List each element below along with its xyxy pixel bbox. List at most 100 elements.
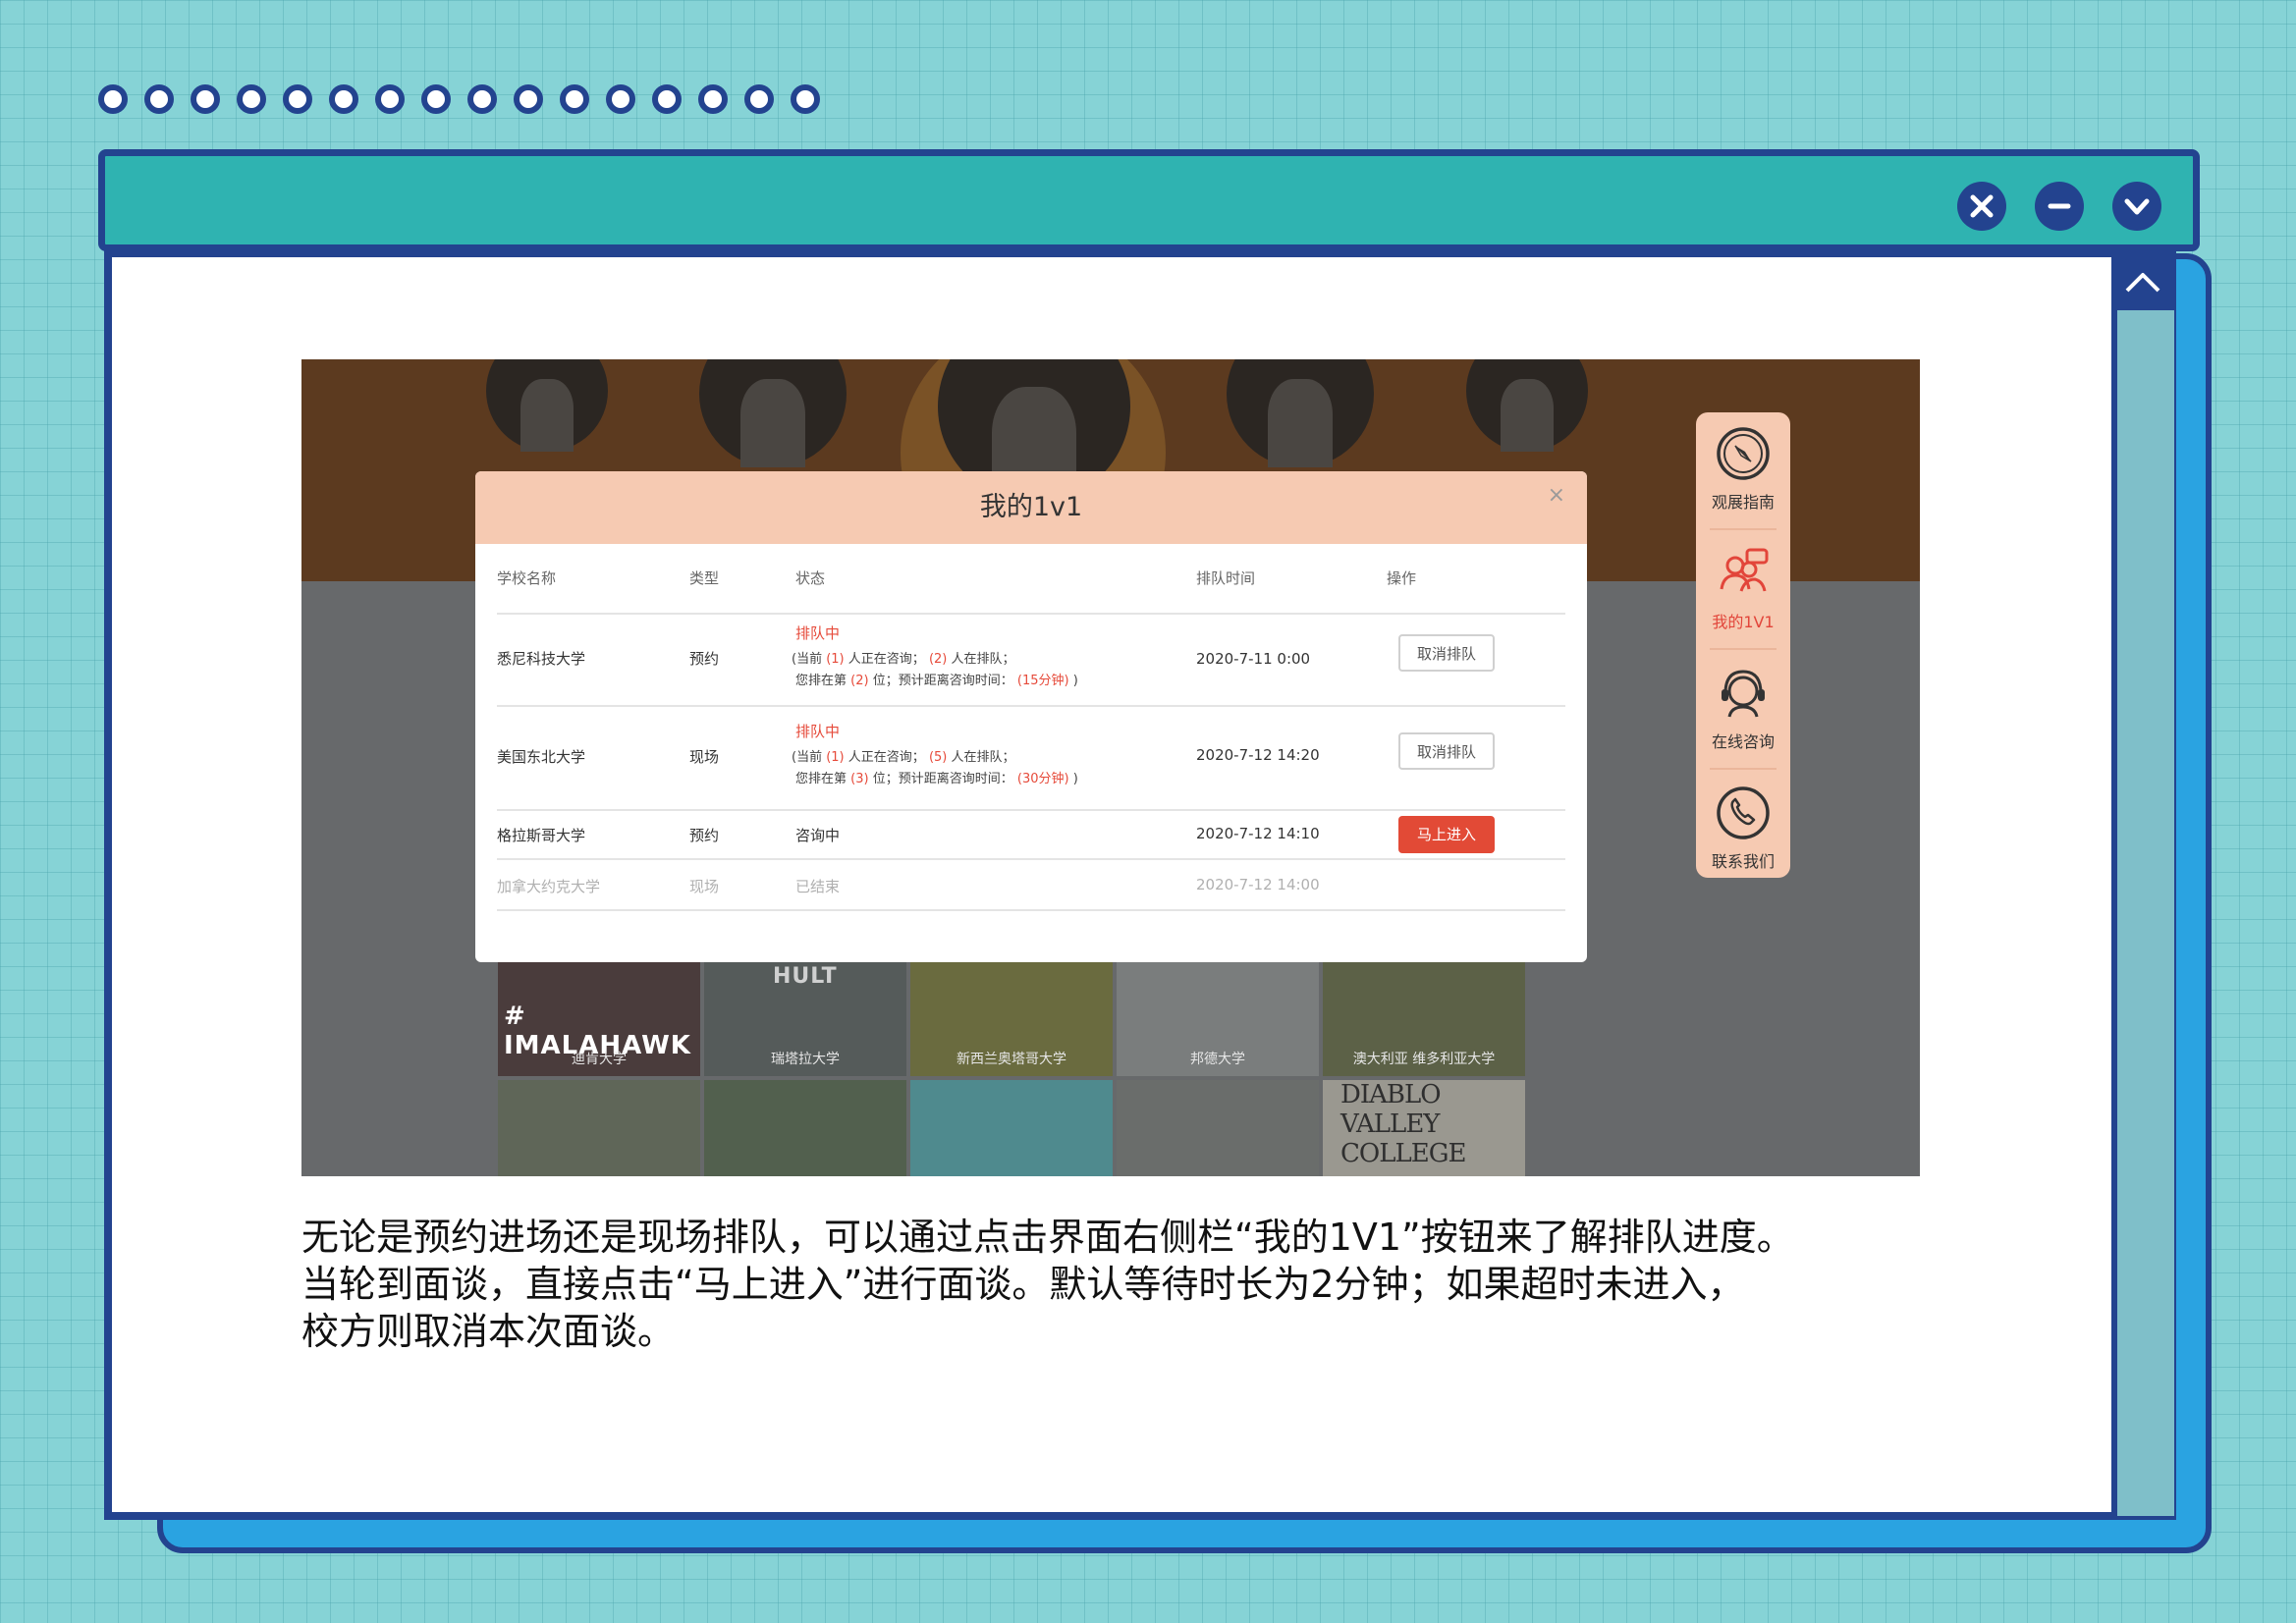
type: 现场 [689, 748, 720, 766]
type: 预约 [689, 650, 720, 668]
school-thumbnail[interactable]: 澳大利亚 维多利亚大学 [1323, 958, 1525, 1076]
col-school: 学校名称 [497, 569, 557, 587]
school-thumbnail[interactable]: 邦德大学 [1117, 958, 1319, 1076]
sidebar-item-label: 联系我们 [1711, 852, 1775, 871]
portrait [699, 359, 847, 467]
thumb-tag: HULT [773, 964, 838, 989]
minimize-button[interactable] [2035, 182, 2084, 231]
thumb-label: 邦德大学 [1190, 1052, 1245, 1067]
queue-time: 2020-7-12 14:10 [1196, 825, 1320, 842]
side-nav: 观展指南 我的1V1 在线咨询 联系我们 [1696, 412, 1790, 878]
window-titlebar [98, 149, 2200, 251]
type: 现场 [689, 878, 720, 895]
description: 无论是预约进场还是现场排队，可以通过点击界面右侧栏“我的1V1”按钮来了解排队进… [301, 1214, 1971, 1355]
table-row: 悉尼科技大学 预约 排队中 (当前 (1) 人正在咨询； (2) 人在排队； 您… [497, 615, 1565, 707]
sidebar-item-label: 观展指南 [1711, 493, 1775, 512]
school-thumbnail[interactable] [498, 1080, 700, 1176]
table-row: 格拉斯哥大学 预约 咨询中 2020-7-12 14:10 马上进入 [497, 811, 1565, 860]
sidebar-item-online-consult[interactable]: 在线咨询 [1696, 652, 1790, 766]
divider [1710, 648, 1777, 650]
portrait [1466, 359, 1588, 452]
scroll-up-button[interactable] [2111, 253, 2174, 310]
portrait [1227, 359, 1374, 467]
status: 已结束 [795, 878, 841, 895]
dot [791, 84, 820, 114]
thumb-label: 新西兰奥塔哥大学 [957, 1052, 1066, 1067]
queue-info-line2: 您排在第 (3) 位；预计距离咨询时间： (30分钟) ) [795, 772, 1078, 786]
dot [698, 84, 728, 114]
col-type: 类型 [689, 569, 720, 587]
school-name: 格拉斯哥大学 [497, 827, 586, 844]
dot [237, 84, 266, 114]
status: 咨询中 [795, 827, 841, 844]
phone-icon [1717, 786, 1770, 839]
dot [191, 84, 220, 114]
dot [514, 84, 543, 114]
queue-time: 2020-7-12 14:20 [1196, 746, 1320, 764]
sidebar-item-my-1v1[interactable]: 我的1V1 [1696, 532, 1790, 646]
type: 预约 [689, 827, 720, 844]
divider [1710, 768, 1777, 770]
compass-icon [1717, 427, 1770, 480]
school-thumbnail[interactable] [704, 1080, 906, 1176]
description-line: 校方则取消本次面谈。 [301, 1310, 676, 1353]
portrait [486, 359, 608, 452]
school-thumbnail[interactable]: 新西兰奥塔哥大学 [910, 958, 1113, 1076]
school-name: 悉尼科技大学 [497, 650, 586, 668]
queue-time: 2020-7-12 14:00 [1196, 876, 1320, 893]
col-action: 操作 [1387, 569, 1417, 587]
table-row: 美国东北大学 现场 排队中 (当前 (1) 人正在咨询； (5) 人在排队； 您… [497, 707, 1565, 811]
dot [375, 84, 405, 114]
description-line: 无论是预约进场还是现场排队，可以通过点击界面右侧栏“我的1V1”按钮来了解排队进… [301, 1216, 1794, 1259]
school-name: 美国东北大学 [497, 748, 586, 766]
school-thumbnail[interactable]: DIABLO VALLEY COLLEGE [1323, 1080, 1525, 1176]
scrollbar-track[interactable] [2111, 253, 2174, 1516]
decorative-dots [98, 84, 820, 114]
divider [1710, 528, 1777, 530]
thumb-label: 迪肯大学 [572, 1052, 627, 1067]
thumb-label: 瑞塔拉大学 [771, 1052, 840, 1067]
col-status: 状态 [795, 569, 826, 587]
table-row: 加拿大约克大学 现场 已结束 2020-7-12 14:00 [497, 860, 1565, 911]
users-chat-icon [1720, 548, 1769, 592]
queue-info-line1: (当前 (1) 人正在咨询； (2) 人在排队； [792, 652, 1015, 667]
status: 排队中 [795, 723, 841, 740]
close-icon [1970, 194, 1994, 218]
description-line: 当轮到面谈，直接点击“马上进入”进行面谈。默认等待时长为2分钟；如果超时未进入， [301, 1263, 1745, 1306]
queue-info-line1: (当前 (1) 人正在咨询； (5) 人在排队； [792, 750, 1015, 765]
school-thumbnails: # IMALAHAWK 迪肯大学 HULT 瑞塔拉大学 新西兰奥塔哥大学 邦德大… [498, 958, 1525, 1176]
close-icon[interactable]: × [1548, 483, 1565, 508]
dropdown-button[interactable] [2112, 182, 2161, 231]
dot [744, 84, 774, 114]
cancel-queue-button[interactable]: 取消排队 [1398, 634, 1495, 672]
dot [467, 84, 497, 114]
chevron-down-icon [2124, 198, 2150, 215]
my-1v1-modal: 我的1v1 × 学校名称 类型 状态 排队时间 操作 悉尼科技大学 预约 排队中… [475, 471, 1587, 962]
chevron-up-icon [2125, 273, 2160, 293]
dot [98, 84, 128, 114]
sidebar-item-contact[interactable]: 联系我们 [1696, 772, 1790, 886]
sidebar-item-label: 在线咨询 [1711, 732, 1775, 751]
close-button[interactable] [1957, 182, 2006, 231]
minimize-icon [2048, 203, 2071, 209]
modal-header: 我的1v1 × [475, 471, 1587, 544]
headset-icon [1722, 670, 1765, 718]
school-thumbnail[interactable]: HULT 瑞塔拉大学 [704, 958, 906, 1076]
sidebar-item-label: 我的1V1 [1712, 613, 1775, 631]
app-screenshot: # IMALAHAWK 迪肯大学 HULT 瑞塔拉大学 新西兰奥塔哥大学 邦德大… [301, 359, 1920, 1176]
school-thumbnail[interactable]: # IMALAHAWK 迪肯大学 [498, 958, 700, 1076]
dot [606, 84, 635, 114]
col-time: 排队时间 [1196, 569, 1256, 587]
queue-info-line2: 您排在第 (2) 位；预计距离咨询时间： (15分钟) ) [795, 674, 1078, 688]
dot [421, 84, 451, 114]
dot [283, 84, 312, 114]
dot [144, 84, 174, 114]
school-name: 加拿大约克大学 [497, 878, 601, 895]
cancel-queue-button[interactable]: 取消排队 [1398, 732, 1495, 770]
dot [560, 84, 589, 114]
school-thumbnail[interactable] [1117, 1080, 1319, 1176]
sidebar-item-guide[interactable]: 观展指南 [1696, 412, 1790, 526]
thumb-label: 澳大利亚 维多利亚大学 [1352, 1052, 1496, 1067]
enter-now-button[interactable]: 马上进入 [1398, 816, 1495, 853]
school-thumbnail[interactable] [910, 1080, 1113, 1176]
